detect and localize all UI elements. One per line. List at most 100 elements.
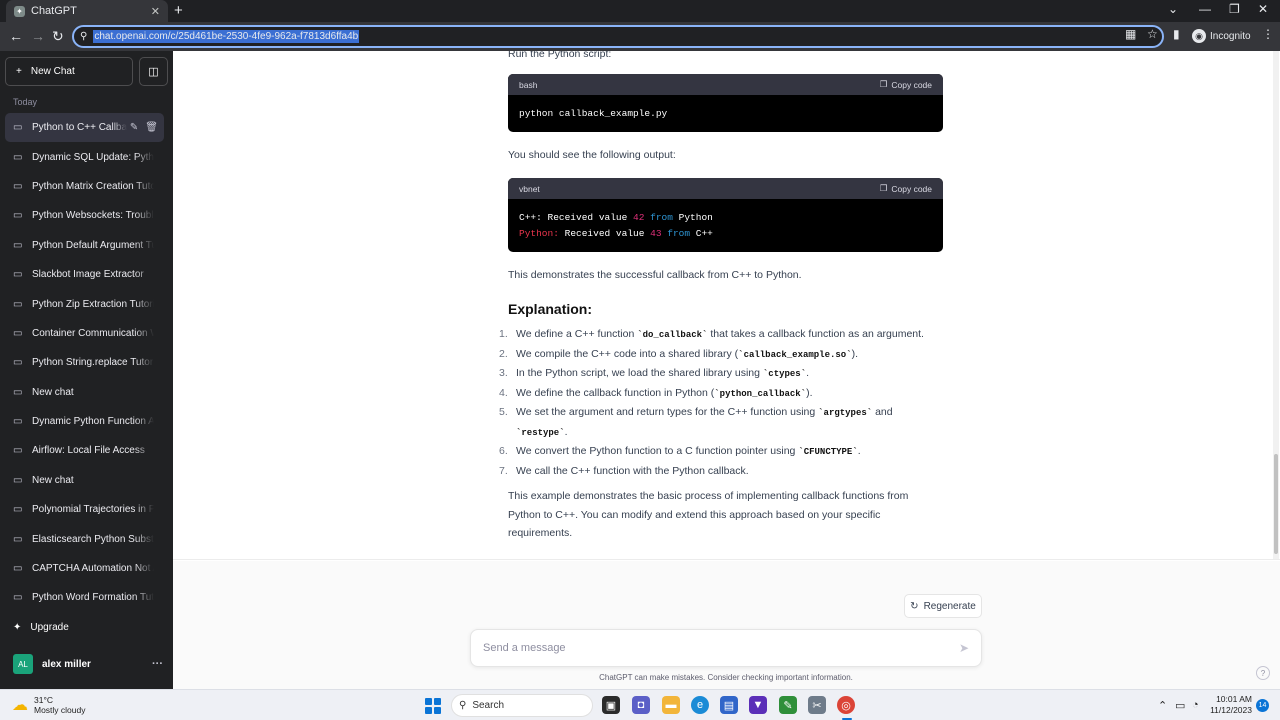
bookmark-star-icon[interactable]: ☆ (1147, 27, 1158, 41)
show-hidden-icons-icon[interactable]: ⌃ (1158, 699, 1167, 712)
chat-history-item[interactable]: ▭ Python Zip Extraction Tutorial (5, 289, 164, 318)
step-text: that takes a callback function as an arg… (707, 328, 924, 340)
incognito-indicator[interactable]: ◉ Incognito (1192, 29, 1251, 43)
chat-bubble-icon: ▭ (13, 533, 23, 545)
cloud-sun-icon: ☁ (12, 697, 28, 714)
notification-badge[interactable]: 14 (1256, 699, 1269, 712)
spreadsheet-app-icon[interactable]: ✎ (779, 696, 797, 714)
edit-icon[interactable]: ✎ (130, 122, 138, 133)
help-button[interactable]: ? (1256, 666, 1270, 680)
browser-tab[interactable]: ✦ ChatGPT ✕ (6, 0, 168, 22)
network-icon[interactable]: ▭ (1175, 699, 1185, 712)
new-chat-button[interactable]: + New Chat (5, 57, 133, 86)
message-composer[interactable]: ➤ (470, 629, 982, 667)
wifi-icon[interactable]: ◔ (1192, 699, 1199, 711)
chat-history-item[interactable]: ▭ Slackbot Image Extractor (5, 260, 164, 289)
qr-code-icon[interactable]: ▦ (1125, 27, 1136, 41)
weather-widget[interactable]: ☁ 31°C Mostly cloudy (12, 695, 86, 715)
clipboard-icon: ❐ (879, 79, 888, 89)
user-menu[interactable]: AL alex miller ··· (13, 654, 163, 674)
chat-history-label: Python Matrix Creation Tutorial (32, 180, 154, 192)
chat-history-label: Container Communication W (32, 327, 154, 339)
chat-history-item[interactable]: ▭ Dynamic Python Function A (5, 407, 164, 436)
chat-history-item[interactable]: ▭ Python to C++ Callback ✎ 🗑 (5, 113, 164, 143)
code-label: Python: (519, 228, 559, 239)
copy-code-button[interactable]: ❐ Copy code (880, 183, 932, 194)
clock-date: 11/12/2023 (1210, 705, 1252, 715)
windows-logo-icon (434, 707, 441, 714)
taskbar-search[interactable]: ⚲ Search (451, 694, 593, 717)
address-bar[interactable]: ⚲ chat.openai.com/c/25d461be-2530-4fe9-9… (72, 25, 1164, 48)
regenerate-button[interactable]: ↻ Regenerate (904, 594, 982, 618)
copy-code-button[interactable]: ❐ Copy code (880, 79, 932, 90)
code-text: Received value (558, 228, 651, 239)
scrollbar-thumb[interactable] (1274, 454, 1278, 554)
chat-history-item[interactable]: ▭ Python Default Argument Tutorial (5, 231, 164, 260)
chrome-browser-icon[interactable]: ◎ (837, 696, 855, 714)
minimize-icon[interactable]: — (1199, 2, 1211, 16)
chat-history-item[interactable]: ▭ Python Word Formation Tuto (5, 583, 164, 612)
code-text: C++: Received value (519, 212, 634, 223)
chat-bubble-icon: ▭ (13, 269, 23, 281)
message-input[interactable] (483, 642, 943, 654)
chat-bubble-icon: ▭ (13, 298, 23, 310)
windows-logo-icon (434, 698, 441, 705)
file-explorer-icon[interactable]: ▬ (662, 696, 680, 714)
back-icon[interactable]: ← (9, 28, 23, 44)
close-tab-icon[interactable]: ✕ (151, 5, 160, 18)
browser-menu-icon[interactable]: ⋮ (1262, 27, 1274, 41)
sidebar-toggle-icon: ◫ (148, 66, 159, 78)
start-button[interactable] (425, 698, 441, 714)
more-options-icon[interactable]: ··· (152, 658, 163, 670)
chat-history-item[interactable]: ▭ Container Communication W (5, 319, 164, 348)
step-number: 4. (499, 386, 508, 399)
chat-history-item[interactable]: ▭ Elasticsearch Python Substri (5, 524, 164, 553)
forward-icon[interactable]: → (31, 28, 45, 44)
chat-bubble-icon: ▭ (13, 327, 23, 339)
code-line-1: C++: Received value 42 from Python (519, 212, 713, 223)
chat-history-item[interactable]: ▭ Python Matrix Creation Tutorial (5, 172, 164, 201)
chat-history-item[interactable]: ▭ Polynomial Trajectories in Py (5, 495, 164, 524)
chat-history-label: Airflow: Local File Access (32, 445, 145, 457)
vpn-app-icon[interactable]: ▼ (749, 696, 767, 714)
tab-title: ChatGPT (31, 5, 77, 17)
chat-history-item[interactable]: ▭ Airflow: Local File Access (5, 436, 164, 465)
upgrade-button[interactable]: ✦ Upgrade (13, 622, 69, 633)
chat-history-label: Dynamic Python Function A (32, 416, 154, 428)
code-text: C++ (690, 228, 713, 239)
code-line: python callback_example.py (519, 108, 668, 119)
edge-browser-icon[interactable]: e (691, 696, 709, 714)
chat-history-item[interactable]: ▭ Dynamic SQL Update: Python (5, 142, 164, 171)
explanation-heading: Explanation: (508, 301, 593, 317)
chat-history-item[interactable]: ▭ Python Websockets: Troubleshoot (5, 201, 164, 230)
chat-history-label: Polynomial Trajectories in Py (32, 504, 154, 516)
send-icon[interactable]: ➤ (959, 641, 969, 655)
new-tab-icon[interactable]: + (174, 2, 183, 19)
chat-history-item[interactable]: ▭ Python String.replace Tutorial (5, 348, 164, 377)
chat-history-item[interactable]: ▭ CAPTCHA Automation Not A (5, 554, 164, 583)
chat-history-item[interactable]: ▭ New chat (5, 378, 164, 407)
maximize-icon[interactable]: ❐ (1229, 2, 1240, 16)
store-icon[interactable]: ▤ (720, 696, 738, 714)
chat-bubble-icon: ▭ (13, 357, 23, 369)
chat-history-label: Slackbot Image Extractor (32, 269, 144, 281)
url-text[interactable]: chat.openai.com/c/25d461be-2530-4fe9-962… (93, 30, 360, 43)
delete-icon[interactable]: 🗑 (145, 122, 158, 133)
snipping-tool-icon[interactable]: ✂ (808, 696, 826, 714)
chat-history-label: Dynamic SQL Update: Python (32, 151, 154, 163)
close-sidebar-button[interactable]: ◫ (139, 57, 168, 86)
side-panel-icon[interactable]: ▮ (1173, 27, 1180, 41)
teams-chat-icon[interactable]: ◘ (632, 696, 650, 714)
upgrade-label: Upgrade (30, 622, 69, 633)
chat-bubble-icon: ▭ (13, 474, 23, 486)
reload-icon[interactable]: ↻ (52, 28, 64, 45)
site-info-icon[interactable]: ⚲ (80, 31, 87, 42)
task-view-icon[interactable]: ▣ (602, 696, 620, 714)
close-window-icon[interactable]: ✕ (1258, 2, 1268, 16)
scrollbar[interactable] (1273, 51, 1279, 559)
step-number: 5. (499, 406, 508, 418)
tab-search-icon[interactable]: ⌄ (1168, 2, 1178, 16)
system-clock[interactable]: 10:01 AM 11/12/2023 (1209, 694, 1252, 716)
inline-code: `CFUNCTYPE` (798, 447, 858, 457)
chat-history-item[interactable]: ▭ New chat (5, 466, 164, 495)
